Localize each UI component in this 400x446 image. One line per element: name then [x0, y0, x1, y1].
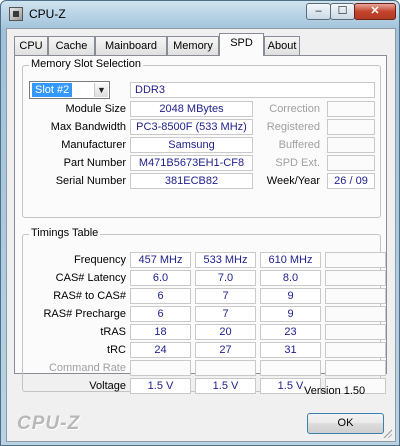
tab-cpu[interactable]: CPU: [14, 36, 48, 56]
timing-cell: [195, 360, 256, 376]
slot-row-right-label: SPD Ext.: [275, 157, 320, 169]
timing-cell: 31: [260, 342, 321, 358]
slot-row-label: Max Bandwidth: [50, 121, 126, 133]
slot-row-label: Module Size: [65, 103, 126, 115]
timing-cell: [325, 306, 386, 322]
minimize-button[interactable]: –: [306, 3, 331, 20]
slot-row-value: 2048 MBytes: [130, 101, 253, 117]
timing-cell: 7: [195, 288, 256, 304]
cpuz-window: CPU-Z – ☐ ✕ CPU Cache Mainboard Memory SPD Ab…: [0, 0, 400, 446]
maximize-button[interactable]: ☐: [330, 3, 355, 20]
memory-slot-group: Memory Slot Selection Slot #2 ▼ DDR3 Mod…: [22, 58, 381, 218]
slot-row-label: Manufacturer: [61, 139, 126, 151]
timing-cell: 457 MHz: [130, 252, 191, 268]
memory-type-field: DDR3: [130, 82, 375, 98]
timing-cell: 20: [195, 324, 256, 340]
slot-row-value: M471B5673EH1-CF8: [130, 155, 253, 171]
timing-row-label: RAS# Precharge: [43, 308, 126, 320]
slot-select-value: Slot #2: [32, 83, 73, 97]
resize-grip[interactable]: [382, 428, 392, 438]
spd-panel: Memory Slot Selection Slot #2 ▼ DDR3 Mod…: [14, 55, 387, 394]
timing-cell: 18: [130, 324, 191, 340]
timing-cell: [325, 342, 386, 358]
timing-cell: 6: [130, 306, 191, 322]
timing-cell: 610 MHz: [260, 252, 321, 268]
cpuz-logo: CPU-Z: [17, 413, 81, 434]
version-label: Version 1.50: [304, 385, 366, 397]
tab-mainboard[interactable]: Mainboard: [95, 36, 167, 56]
ok-button[interactable]: OK: [307, 413, 384, 434]
timing-cell: [325, 252, 386, 268]
timing-row-label: Command Rate: [48, 362, 126, 374]
timing-cell: 1.5 V: [130, 378, 191, 394]
slot-row-right-value: [327, 137, 375, 153]
slot-row-right-value: [327, 119, 375, 135]
slot-row-right-value: [327, 101, 375, 117]
slot-row-value: PC3-8500F (533 MHz): [130, 119, 253, 135]
slot-row-label: Serial Number: [55, 175, 126, 187]
tab-memory[interactable]: Memory: [167, 36, 219, 56]
timing-cell: 6.0: [130, 270, 191, 286]
timing-cell: 6: [130, 288, 191, 304]
slot-row-value: 381ECB82: [130, 173, 253, 189]
timing-cell: 7.0: [195, 270, 256, 286]
timing-cell: 7: [195, 306, 256, 322]
tab-cache[interactable]: Cache: [48, 36, 95, 56]
tab-about[interactable]: About: [264, 36, 300, 56]
timing-cell: 23: [260, 324, 321, 340]
timing-cell: 9: [260, 306, 321, 322]
timing-row-label: Voltage: [89, 380, 126, 392]
timing-row-label: RAS# to CAS#: [53, 290, 126, 302]
timing-cell: 8.0: [260, 270, 321, 286]
timing-cell: [325, 324, 386, 340]
timing-cell: 533 MHz: [195, 252, 256, 268]
slot-row-label: Part Number: [63, 157, 126, 169]
window-title: CPU-Z: [29, 7, 66, 21]
timings-table-group: Timings Table Frequency 457 MHz 533 MHz 610…: [22, 227, 386, 394]
memory-slot-legend: Memory Slot Selection: [29, 58, 144, 70]
timing-row-label: tRC: [107, 344, 126, 356]
timing-cell: [325, 270, 386, 286]
timing-row-label: tRAS: [100, 326, 126, 338]
cpuz-app-icon: [9, 7, 23, 21]
slot-row-right-label: Week/Year: [266, 175, 320, 187]
timings-table-legend: Timings Table: [29, 227, 101, 239]
timing-row-label: Frequency: [74, 254, 126, 266]
chevron-down-icon[interactable]: ▼: [94, 83, 108, 97]
slot-row-right-label: Registered: [266, 121, 320, 133]
slot-row-right-label: Correction: [269, 103, 320, 115]
timing-cell: 1.5 V: [195, 378, 256, 394]
client-area: CPU Cache Mainboard Memory SPD About Memory S…: [6, 28, 396, 442]
close-button[interactable]: ✕: [354, 3, 396, 20]
timing-row-label: CAS# Latency: [55, 272, 126, 284]
title-bar[interactable]: CPU-Z – ☐ ✕: [1, 1, 399, 27]
timing-cell: [130, 360, 191, 376]
timing-cell: 24: [130, 342, 191, 358]
slot-select[interactable]: Slot #2 ▼: [29, 81, 110, 99]
slot-row-right-value: 26 / 09: [327, 173, 375, 189]
timing-cell: [325, 288, 386, 304]
timing-cell: 9: [260, 288, 321, 304]
slot-row-right-label: Buffered: [278, 139, 320, 151]
slot-row-right-value: [327, 155, 375, 171]
tab-spd[interactable]: SPD: [219, 33, 264, 56]
timing-cell: [260, 360, 321, 376]
slot-row-value: Samsung: [130, 137, 253, 153]
timing-cell: [325, 360, 386, 376]
timing-cell: 27: [195, 342, 256, 358]
